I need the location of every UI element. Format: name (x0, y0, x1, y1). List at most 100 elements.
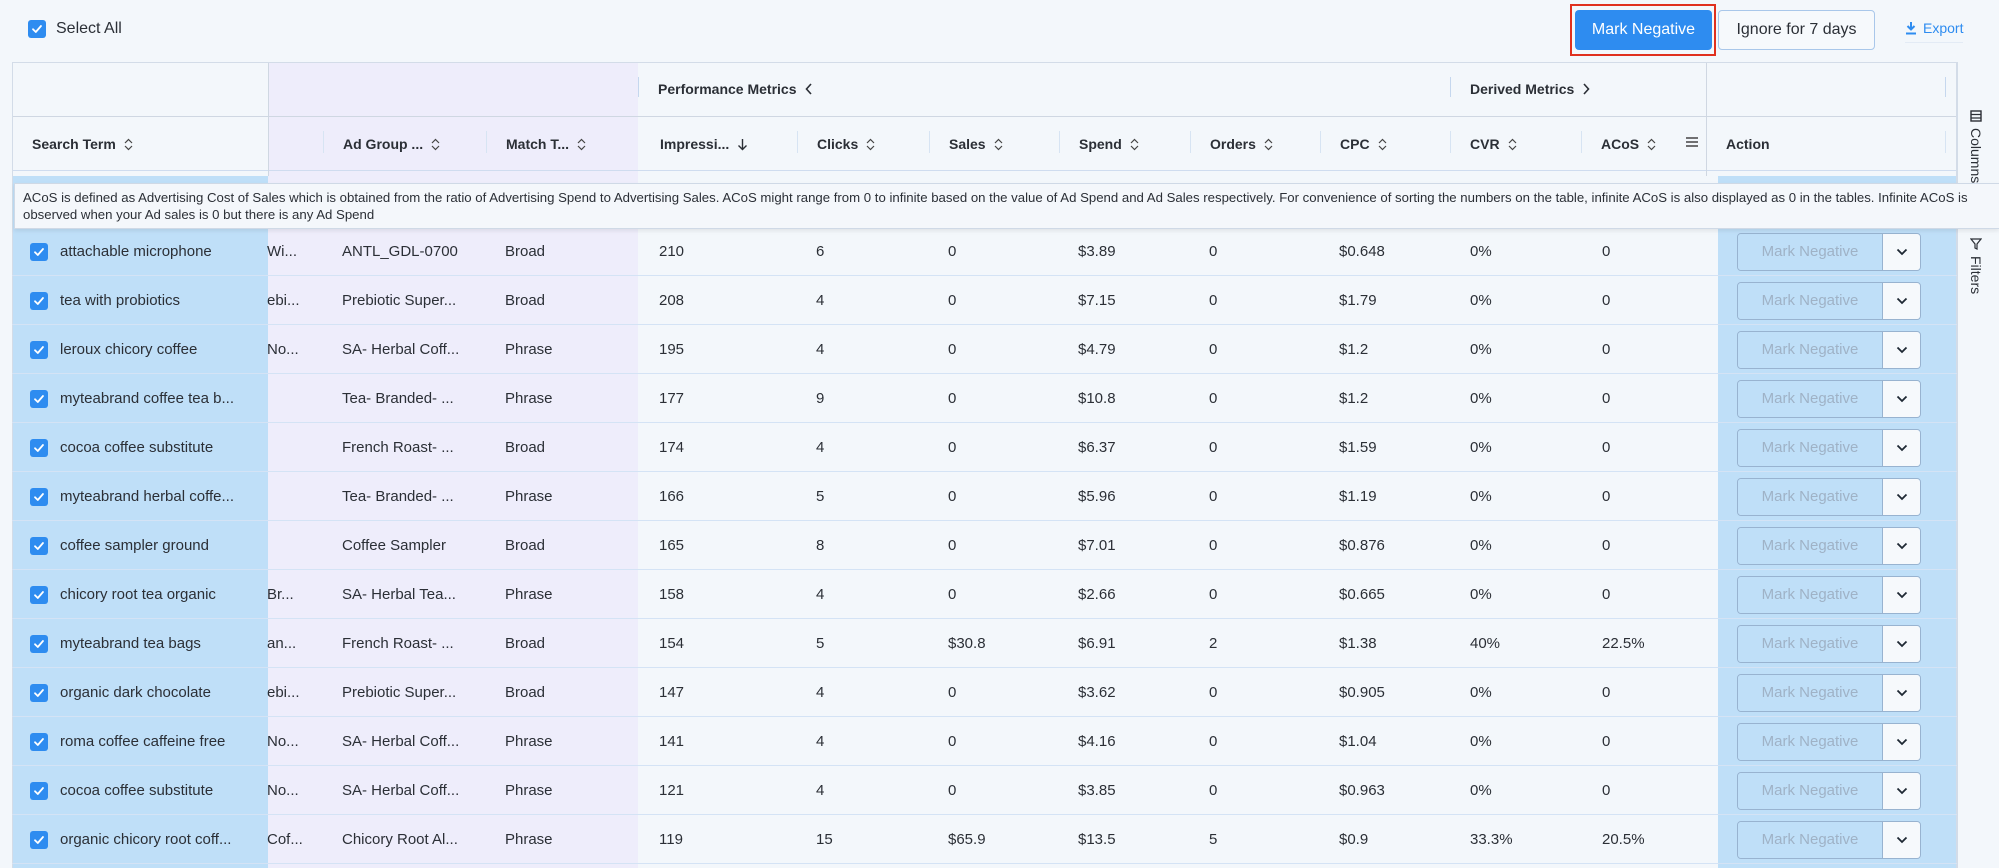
chevron-down-icon[interactable] (1883, 576, 1920, 613)
table-row[interactable]: coffee sampler ground Coffee Sampler Broad… (12, 521, 1957, 570)
orders-cell: 0 (1209, 586, 1218, 603)
row-checkbox[interactable] (30, 634, 48, 653)
row-mark-negative-button[interactable]: Mark Negative (1738, 331, 1883, 368)
column-header-sales[interactable]: Sales (949, 136, 1003, 152)
column-header-acos[interactable]: ACoS (1601, 136, 1656, 152)
row-checkbox[interactable] (30, 389, 48, 408)
export-button[interactable]: Export (1905, 20, 1964, 43)
chevron-down-icon[interactable] (1883, 233, 1920, 270)
spend-cell: $10.8 (1078, 390, 1116, 407)
column-header-ad-group[interactable]: Ad Group ... (343, 136, 440, 152)
checkbox-checked-icon[interactable] (28, 20, 46, 38)
sort-icon[interactable] (1508, 138, 1517, 151)
sort-icon[interactable] (1264, 138, 1273, 151)
orders-cell: 0 (1209, 243, 1218, 260)
derived-metrics-group[interactable]: Derived Metrics (1470, 81, 1590, 97)
column-menu-icon[interactable] (1685, 135, 1699, 149)
column-header-search-term[interactable]: Search Term (32, 136, 133, 152)
row-checkbox[interactable] (30, 781, 48, 800)
divider (1190, 131, 1191, 153)
ignore-7-days-button[interactable]: Ignore for 7 days (1718, 10, 1875, 50)
chevron-down-icon[interactable] (1883, 331, 1920, 368)
row-checkbox[interactable] (30, 536, 48, 555)
chevron-right-icon[interactable] (1582, 83, 1590, 95)
row-mark-negative-button[interactable]: Mark Negative (1738, 527, 1883, 564)
row-mark-negative-button[interactable]: Mark Negative (1738, 674, 1883, 711)
search-term-text: cocoa coffee substitute (60, 439, 214, 456)
sort-icon[interactable] (431, 138, 440, 151)
table-row[interactable]: leroux chicory coffee No... SA- Herbal Cof… (12, 325, 1957, 374)
row-mark-negative-button[interactable]: Mark Negative (1738, 380, 1883, 417)
chevron-down-icon[interactable] (1883, 380, 1920, 417)
row-mark-negative-button[interactable]: Mark Negative (1738, 429, 1883, 466)
column-header-spend[interactable]: Spend (1079, 136, 1139, 152)
row-mark-negative-button[interactable]: Mark Negative (1738, 282, 1883, 319)
column-header-cpc[interactable]: CPC (1340, 136, 1387, 152)
column-header-clicks[interactable]: Clicks (817, 136, 875, 152)
column-header-cvr[interactable]: CVR (1470, 136, 1517, 152)
chevron-down-icon[interactable] (1883, 772, 1920, 809)
table-row[interactable]: organic dark chocolate ebi... Prebiotic Su… (12, 668, 1957, 717)
performance-metrics-group[interactable]: Performance Metrics (658, 81, 813, 97)
divider (929, 131, 930, 153)
table-row[interactable]: attachable microphone Wi... ANTL_GDL-0700 B… (12, 227, 1957, 276)
table-row[interactable]: cocoa coffee substitute French Roast- ...… (12, 423, 1957, 472)
sales-header-label: Sales (949, 136, 986, 152)
chevron-down-icon[interactable] (1883, 723, 1920, 760)
table-row[interactable]: myteabrand herbal coffe... Tea- Branded- … (12, 472, 1957, 521)
table-row[interactable]: organic chicory root coff... Cof... Chicor… (12, 815, 1957, 864)
sort-icon[interactable] (124, 138, 133, 151)
chevron-down-icon[interactable] (1883, 527, 1920, 564)
mark-negative-button[interactable]: Mark Negative (1575, 10, 1712, 50)
sort-icon[interactable] (577, 138, 586, 151)
chevron-down-icon[interactable] (1883, 625, 1920, 662)
sort-icon[interactable] (1130, 138, 1139, 151)
row-checkbox[interactable] (30, 438, 48, 457)
row-checkbox[interactable] (30, 830, 48, 849)
clicks-cell: 5 (816, 635, 825, 652)
column-header-orders[interactable]: Orders (1210, 136, 1273, 152)
chevron-left-icon[interactable] (804, 83, 813, 95)
sort-icon[interactable] (1378, 138, 1387, 151)
orders-cell: 0 (1209, 390, 1218, 407)
table-row[interactable]: chicory root tea organic Br... SA- Herbal … (12, 570, 1957, 619)
row-mark-negative-button[interactable]: Mark Negative (1738, 821, 1883, 858)
sales-cell: 0 (948, 684, 957, 701)
row-checkbox[interactable] (30, 291, 48, 310)
row-mark-negative-button[interactable]: Mark Negative (1738, 233, 1883, 270)
chevron-down-icon[interactable] (1883, 282, 1920, 319)
sort-descending-icon[interactable] (737, 138, 748, 151)
table-row[interactable]: cocoa coffee substitute No... SA- Herbal C… (12, 766, 1957, 815)
table-row[interactable]: tea with probiotics ebi... Prebiotic Super… (12, 276, 1957, 325)
select-all-checkbox[interactable]: Select All (28, 20, 122, 38)
search-term-text: coffee sampler ground (60, 537, 209, 554)
row-checkbox[interactable] (30, 585, 48, 604)
chevron-down-icon[interactable] (1883, 821, 1920, 858)
row-mark-negative-button[interactable]: Mark Negative (1738, 625, 1883, 662)
sales-cell: 0 (948, 243, 957, 260)
row-mark-negative-button[interactable]: Mark Negative (1738, 723, 1883, 760)
row-mark-negative-button[interactable]: Mark Negative (1738, 478, 1883, 515)
chevron-down-icon[interactable] (1883, 429, 1920, 466)
row-checkbox[interactable] (30, 242, 48, 261)
row-checkbox[interactable] (30, 340, 48, 359)
table-row[interactable]: myteabrand coffee tea b... Tea- Branded- … (12, 374, 1957, 423)
sort-icon[interactable] (994, 138, 1003, 151)
chevron-down-icon[interactable] (1883, 478, 1920, 515)
table-row[interactable]: roma coffee caffeine free No... SA- Herbal… (12, 717, 1957, 766)
chevron-down-icon[interactable] (1883, 674, 1920, 711)
row-mark-negative-button[interactable]: Mark Negative (1738, 772, 1883, 809)
sort-icon[interactable] (866, 138, 875, 151)
row-checkbox[interactable] (30, 683, 48, 702)
spend-cell: $7.15 (1078, 292, 1116, 309)
column-header-impressions[interactable]: Impressi... (660, 136, 748, 152)
row-checkbox[interactable] (30, 487, 48, 506)
acos-cell: 0 (1602, 439, 1611, 456)
columns-panel-tab[interactable]: Columns (1968, 110, 1984, 183)
sort-icon[interactable] (1647, 138, 1656, 151)
row-mark-negative-button[interactable]: Mark Negative (1738, 576, 1883, 613)
filters-panel-tab[interactable]: Filters (1968, 238, 1984, 294)
row-checkbox[interactable] (30, 732, 48, 751)
column-header-match-type[interactable]: Match T... (506, 136, 586, 152)
table-row[interactable]: myteabrand tea bags an... French Roast- ..… (12, 619, 1957, 668)
